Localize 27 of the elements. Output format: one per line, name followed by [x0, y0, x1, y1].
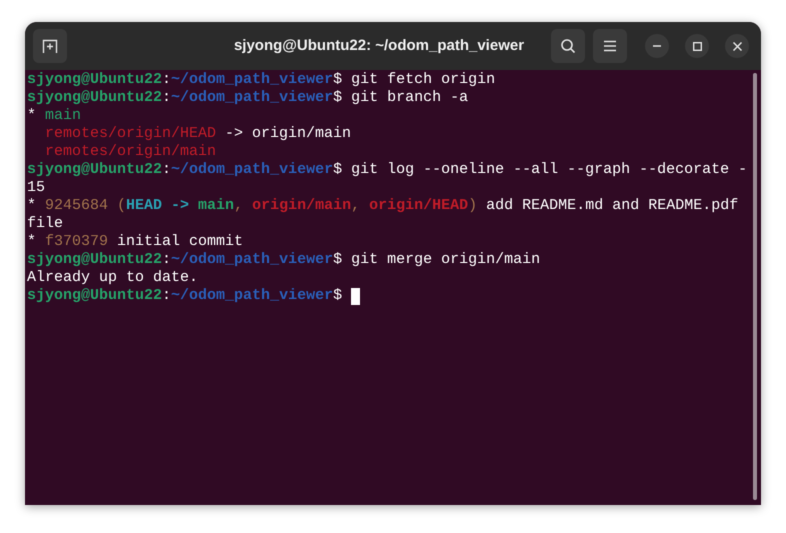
minimize-icon — [653, 45, 661, 47]
terminal-line: sjyong@Ubuntu22:~/odom_path_viewer$ git log --oneline --all --graph --decorate - — [27, 161, 748, 179]
terminal-line: sjyong@Ubuntu22:~/odom_path_viewer$ git branch -a — [27, 89, 468, 107]
terminal-line: remotes/origin/main — [44, 143, 216, 161]
terminal-line: file — [27, 215, 64, 233]
menu-icon — [603, 40, 617, 52]
new-tab-icon — [42, 38, 58, 54]
window-title: sjyong@Ubuntu22: ~/odom_path_viewer — [234, 36, 524, 56]
terminal-line: sjyong@Ubuntu22:~/odom_path_viewer$ git fetch origin — [27, 71, 496, 89]
maximize-button[interactable] — [685, 34, 709, 58]
terminal-line: * main — [27, 107, 82, 125]
search-icon — [560, 38, 576, 54]
terminal-line: 15 — [27, 179, 46, 197]
terminal-line: sjyong@Ubuntu22:~/odom_path_viewer$ — [27, 287, 344, 305]
new-tab-button[interactable] — [33, 29, 67, 63]
menu-button[interactable] — [593, 29, 627, 63]
terminal-line: remotes/origin/HEAD -> origin/main — [44, 125, 352, 143]
close-button[interactable] — [725, 34, 749, 58]
close-icon — [732, 42, 742, 50]
terminal-line: sjyong@Ubuntu22:~/odom_path_viewer$ git merge origin/main — [27, 251, 540, 269]
terminal-line: Already up to date. — [27, 269, 198, 287]
minimize-button[interactable] — [645, 34, 669, 58]
scrollbar[interactable] — [753, 73, 757, 500]
search-button[interactable] — [551, 29, 585, 63]
terminal-line: * 9245684 (HEAD -> main, origin/main, origin/HEAD) add README.md and README.pdf — [27, 197, 738, 215]
maximize-icon — [692, 42, 702, 50]
terminal-line: * f370379 initial commit — [27, 233, 244, 251]
